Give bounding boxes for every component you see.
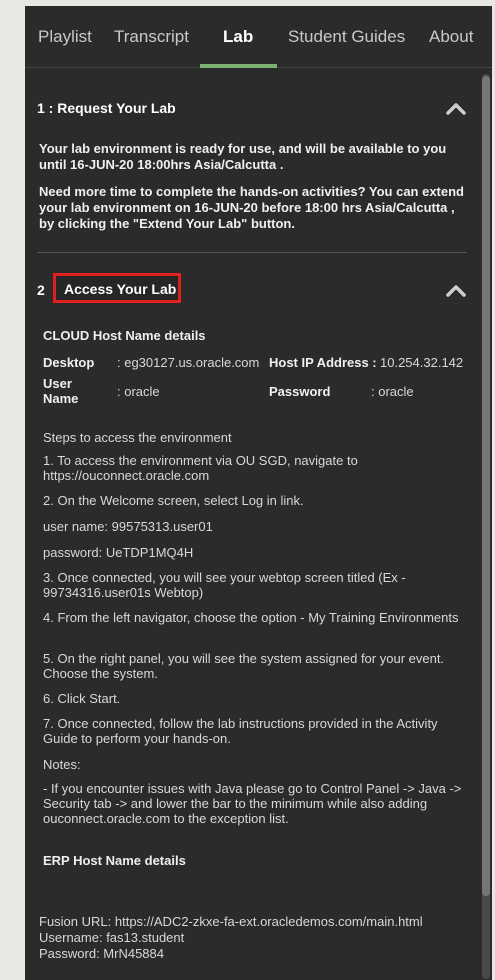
password-value: : oracle [371, 384, 414, 399]
notes-label: Notes: [43, 757, 81, 772]
host-ip-label: Host IP Address : [269, 355, 377, 370]
user-name-label: User Name [43, 376, 79, 406]
step-7: 7. Once connected, follow the lab instru… [43, 716, 438, 746]
tab-transcript[interactable]: Transcript [114, 6, 189, 68]
java-note: - If you encounter issues with Java plea… [43, 781, 462, 826]
section-divider [37, 252, 467, 253]
tab-student-guides[interactable]: Student Guides [288, 6, 405, 68]
section-access-lab-number: 2 [37, 282, 45, 298]
scrollbar-thumb[interactable] [482, 76, 490, 896]
lab-password: password: UeTDP1MQ4H [43, 545, 194, 560]
chevron-up-icon[interactable] [445, 98, 467, 120]
desktop-label: Desktop [43, 355, 95, 370]
step-1: 1. To access the environment via OU SGD,… [43, 453, 358, 483]
user-name-value: : oracle [117, 384, 160, 399]
desktop-value: : eg30127.us.oracle.com [117, 355, 260, 370]
lab-availability-text: Your lab environment is ready for use, a… [39, 141, 447, 172]
step-4: 4. From the left navigator, choose the o… [43, 610, 459, 625]
step-5: 5. On the right panel, you will see the … [43, 651, 445, 681]
tab-lab[interactable]: Lab [223, 6, 253, 68]
active-tab-indicator [200, 64, 277, 68]
section-request-lab-header[interactable]: 1 : Request Your Lab [25, 93, 481, 123]
section-request-lab-title: 1 : Request Your Lab [37, 100, 176, 116]
step-2: 2. On the Welcome screen, select Log in … [43, 493, 304, 508]
host-ip-value: 10.254.32.142 [380, 355, 464, 370]
access-lab-highlight: Access Your Lab [53, 273, 181, 303]
erp-password: Password: MrN45884 [39, 946, 164, 961]
lab-panel: Playlist Transcript Lab Student Guides A… [25, 6, 492, 980]
extend-lab-text: Need more time to complete the hands-on … [39, 184, 465, 231]
password-label: Password [269, 384, 331, 399]
lab-username: user name: 99575313.user01 [43, 519, 213, 534]
lab-content: 1 : Request Your Lab Your lab environmen… [25, 69, 481, 980]
step-6: 6. Click Start. [43, 691, 121, 706]
fusion-url: Fusion URL: https://ADC2-zkxe-fa-ext.ora… [39, 914, 423, 929]
erp-host-heading: ERP Host Name details [43, 853, 186, 868]
erp-username: Username: fas13.student [39, 930, 185, 945]
step-3: 3. Once connected, you will see your web… [43, 570, 406, 600]
tab-bar: Playlist Transcript Lab Student Guides A… [25, 6, 492, 68]
tab-about[interactable]: About [429, 6, 473, 68]
steps-intro: Steps to access the environment [43, 430, 232, 445]
tab-playlist[interactable]: Playlist [38, 6, 92, 68]
chevron-up-icon[interactable] [445, 280, 467, 302]
section-access-lab-title: Access Your Lab [64, 281, 177, 297]
cloud-host-heading: CLOUD Host Name details [43, 328, 206, 343]
